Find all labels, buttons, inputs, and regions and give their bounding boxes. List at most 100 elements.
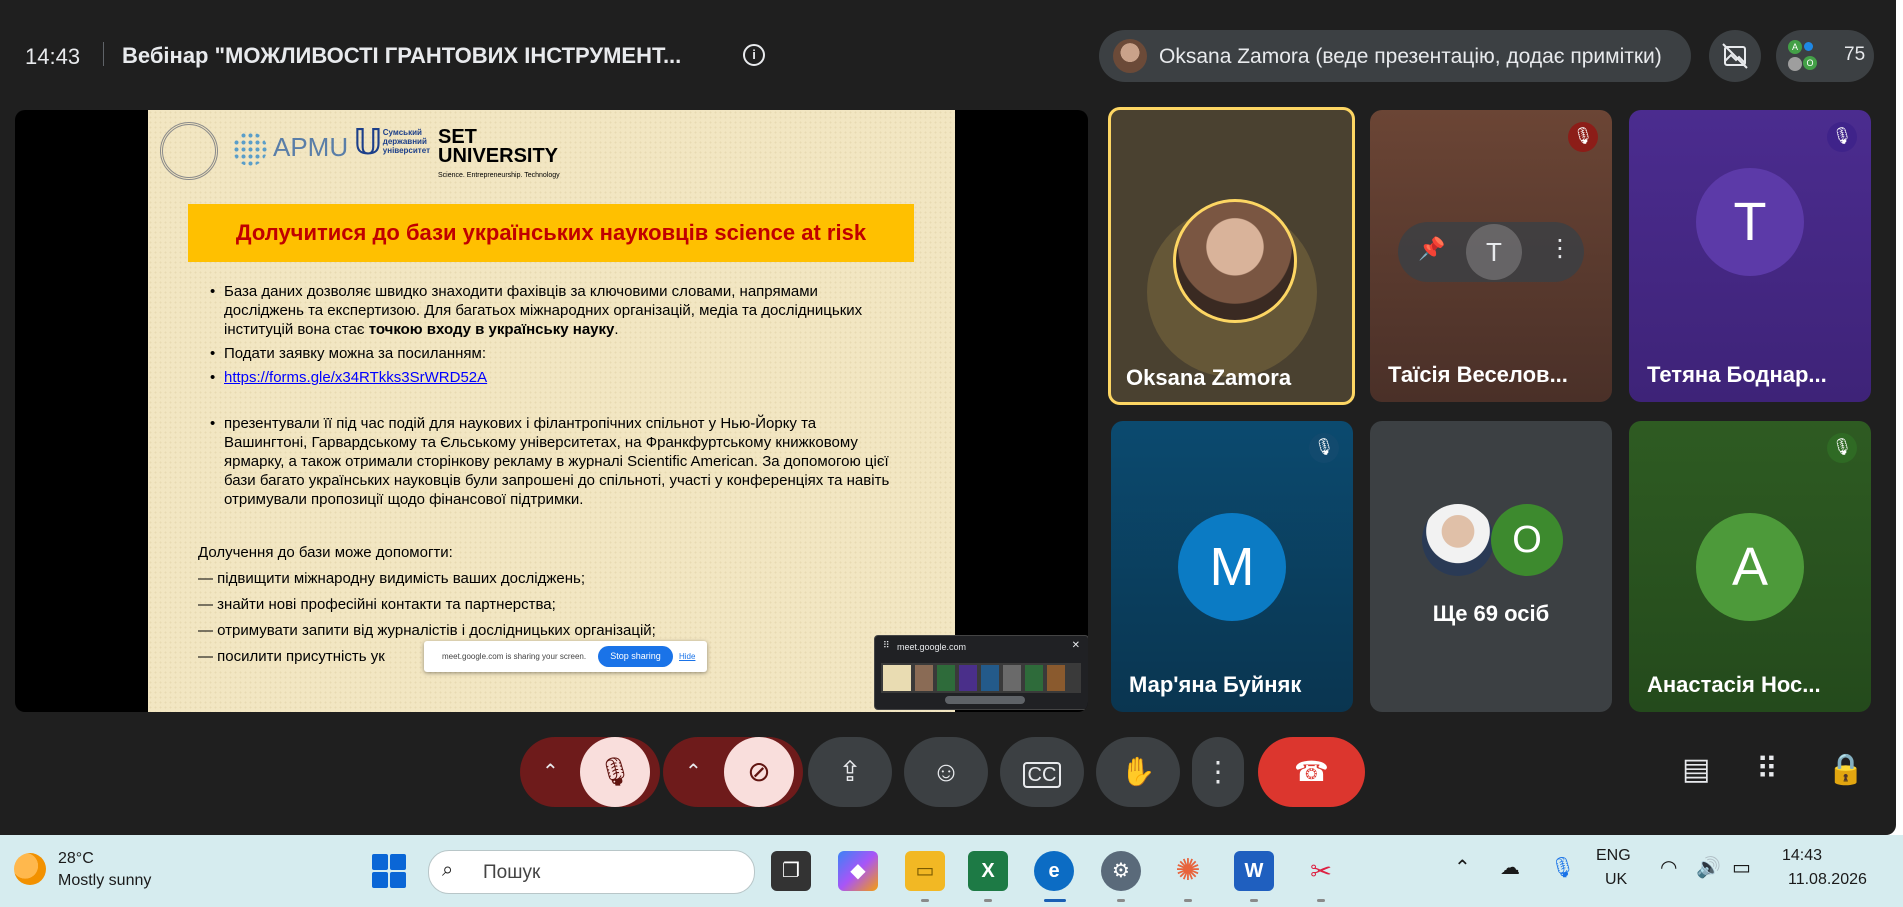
screen-share-bar: meet.google.com is sharing your screen. … xyxy=(424,641,707,672)
others-tile[interactable]: O Ще 69 осіб xyxy=(1370,421,1612,712)
participant-name: Таїсія Веселов... xyxy=(1388,362,1568,387)
participant-tile[interactable]: 🎙 T Тетяна Боднар... xyxy=(1629,110,1871,402)
keyboard-layout[interactable]: UK xyxy=(1605,871,1627,889)
start-button[interactable] xyxy=(372,854,406,888)
presenter-avatar xyxy=(1113,39,1147,73)
battery-icon[interactable]: ▭ xyxy=(1732,855,1751,880)
participant-count: 75 xyxy=(1844,44,1866,65)
close-icon[interactable]: ✕ xyxy=(1072,640,1080,651)
task-view-icon[interactable]: ❐ xyxy=(771,851,811,891)
drag-handle-icon[interactable]: ⠿ xyxy=(883,640,890,651)
microphone-button[interactable]: 🎙 xyxy=(580,737,650,807)
slide-help-item: — знайти нові професійні контакти та пар… xyxy=(198,596,556,613)
word-icon[interactable]: W xyxy=(1234,851,1274,891)
pin-icon[interactable]: 📌 xyxy=(1418,236,1445,262)
slide-bullet: https://forms.gle/x34RTkks3SrWRD52A xyxy=(210,368,900,387)
set-university-logo: SET UNIVERSITY Science. Entrepreneurship.… xyxy=(438,126,560,179)
participant-name: Тетяна Боднар... xyxy=(1647,362,1827,387)
chevron-up-icon: ⌃ xyxy=(542,761,559,783)
captions-icon: CC xyxy=(1022,762,1062,788)
input-language[interactable]: ENG xyxy=(1596,847,1631,865)
pip-url: meet.google.com xyxy=(897,642,967,652)
copilot-icon[interactable]: ◆ xyxy=(838,851,878,891)
activities-icon[interactable]: ⠿ xyxy=(1756,752,1778,787)
presenter-indicator[interactable]: Oksana Zamora (веде презентацію, додає п… xyxy=(1099,30,1691,82)
presenter-label: Oksana Zamora (веде презентацію, додає п… xyxy=(1159,45,1662,68)
participant-tile[interactable]: 🎙 📌 T ⋮ Таїсія Веселов... xyxy=(1370,110,1612,402)
speaker-avatar xyxy=(1173,199,1297,323)
participant-tile[interactable]: 🎙 M Мар'яна Буйняк xyxy=(1111,421,1353,712)
edge-browser-icon[interactable]: e xyxy=(1034,851,1074,891)
taskbar-search[interactable]: ⌕ Пошук xyxy=(428,850,755,894)
snipping-tool-icon[interactable]: ✂ xyxy=(1301,851,1341,891)
taskbar-clock-date[interactable]: 11.08.2026 xyxy=(1788,871,1867,889)
raise-hand-button[interactable]: ✋ xyxy=(1096,737,1180,807)
microphone-in-use-icon[interactable]: 🎙 xyxy=(1550,855,1575,880)
excel-icon[interactable]: X xyxy=(968,851,1008,891)
presentation-slide: APMU 𝕌Сумський державний університет SET… xyxy=(148,110,955,712)
reactions-button[interactable]: ☺ xyxy=(904,737,988,807)
people-avatar-mini: A xyxy=(1788,40,1802,54)
people-avatar-mini: O xyxy=(1803,56,1817,70)
people-avatar-mini xyxy=(1788,57,1802,71)
meet-pip-window[interactable]: ⠿ meet.google.com ✕ xyxy=(874,635,1088,710)
weather-temperature[interactable]: 28°C xyxy=(58,850,94,868)
tile-hover-controls: 📌 T ⋮ xyxy=(1398,222,1584,282)
header-divider xyxy=(103,42,104,66)
onedrive-offline-icon[interactable]: ☁ xyxy=(1500,855,1520,880)
running-indicator xyxy=(1317,899,1325,902)
slide-bullet: презентували її під час подій для науков… xyxy=(210,414,900,509)
claude-app-icon[interactable]: ✺ xyxy=(1168,851,1208,891)
slide-help-title: Долучення до бази може допомогти: xyxy=(198,544,453,561)
participant-avatar: T xyxy=(1696,168,1804,276)
camera-button[interactable]: ⊘ xyxy=(724,737,794,807)
present-screen-button[interactable]: ⇪ xyxy=(808,737,892,807)
meeting-clock: 14:43 xyxy=(25,44,81,69)
captions-button[interactable]: CC xyxy=(1000,737,1084,807)
file-explorer-icon[interactable]: ▭ xyxy=(905,851,945,891)
apmu-logo: APMU xyxy=(233,132,348,167)
form-link[interactable]: https://forms.gle/x34RTkks3SrWRD52A xyxy=(224,369,487,386)
running-indicator xyxy=(1117,899,1125,902)
more-options-icon: ⋮ xyxy=(1204,756,1232,787)
chat-icon[interactable]: ▤ xyxy=(1682,752,1710,787)
host-controls-icon[interactable]: 🔒 xyxy=(1827,752,1864,787)
people-button[interactable]: A O 75 xyxy=(1776,30,1874,82)
mic-off-icon: 🎙 xyxy=(597,756,633,787)
remove-from-view-icon[interactable]: T xyxy=(1466,224,1522,280)
stop-sharing-button[interactable]: Stop sharing xyxy=(598,646,673,667)
show-hidden-icons-chevron-icon[interactable]: ⌃ xyxy=(1454,855,1471,880)
running-indicator xyxy=(1184,899,1192,902)
participant-tile-active[interactable]: Oksana Zamora xyxy=(1108,107,1355,405)
sumy-university-logo: 𝕌Сумський державний університет xyxy=(353,121,430,162)
others-count-label: Ще 69 осіб xyxy=(1432,601,1550,626)
taskbar-clock-time[interactable]: 14:43 xyxy=(1782,847,1822,865)
info-icon[interactable]: i xyxy=(743,44,765,66)
active-app-indicator xyxy=(1044,899,1066,902)
presentation-stage: APMU 𝕌Сумський державний університет SET… xyxy=(15,110,1088,712)
volume-icon[interactable]: 🔊 xyxy=(1696,855,1721,880)
pip-controls[interactable] xyxy=(945,696,1025,704)
wifi-icon[interactable]: ◠ xyxy=(1660,855,1677,880)
windows-taskbar: 28°C Mostly sunny ⌕ Пошук ❐ ◆ ▭ X e ⚙ ✺ … xyxy=(0,835,1903,907)
running-indicator xyxy=(921,899,929,902)
mic-off-icon: 🎙 xyxy=(1827,433,1857,463)
more-options-button[interactable]: ⋮ xyxy=(1192,737,1244,807)
slide-help-item: — підвищити міжнародну видимість ваших д… xyxy=(198,570,585,587)
chevron-up-icon: ⌃ xyxy=(685,761,702,783)
participant-avatar-photo xyxy=(1422,504,1494,576)
mic-off-icon: 🎙 xyxy=(1827,122,1857,152)
settings-gear-icon[interactable]: ⚙ xyxy=(1101,851,1141,891)
hide-share-bar-link[interactable]: Hide xyxy=(679,652,695,661)
weather-condition[interactable]: Mostly sunny xyxy=(58,872,151,890)
meet-window: 14:43 Вебінар "МОЖЛИВОСТІ ГРАНТОВИХ ІНСТ… xyxy=(0,0,1896,835)
hide-self-view-button[interactable] xyxy=(1709,30,1761,82)
participant-tile[interactable]: 🎙 A Анастасія Нос... xyxy=(1629,421,1871,712)
search-placeholder: Пошук xyxy=(483,862,541,883)
slide-bullet: База даних дозволяє швидко знаходити фах… xyxy=(210,282,900,339)
weather-sun-icon[interactable] xyxy=(14,853,46,885)
mic-off-icon: 🎙 xyxy=(1568,122,1598,152)
more-options-icon[interactable]: ⋮ xyxy=(1548,234,1572,263)
emoji-icon: ☺ xyxy=(931,756,961,787)
leave-call-button[interactable]: ☎ xyxy=(1258,737,1365,807)
